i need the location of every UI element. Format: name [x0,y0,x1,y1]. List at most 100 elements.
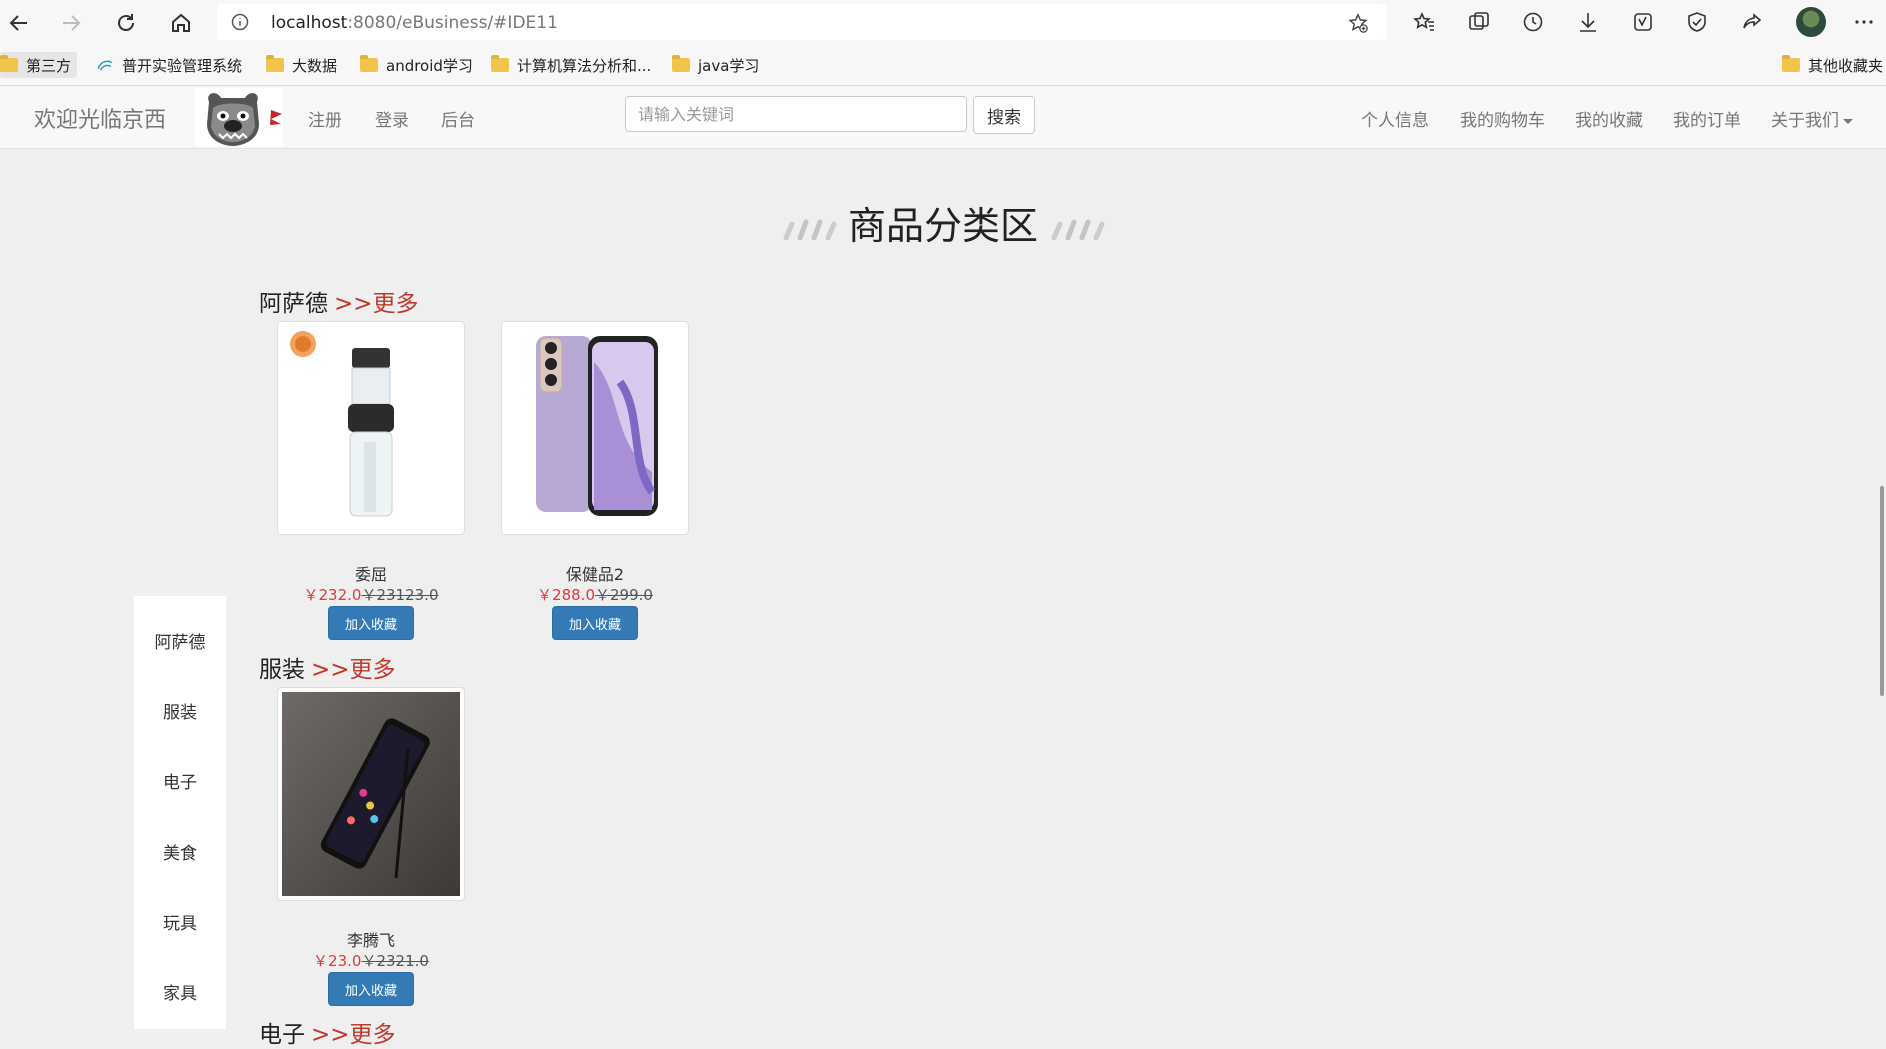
history-icon[interactable] [1521,10,1547,36]
folder-icon [0,55,18,72]
search-input[interactable] [625,96,967,132]
category-name: 阿萨德 [259,291,328,317]
folder-icon [672,55,690,72]
page-title: 商品分类区 [847,204,1038,248]
url-host: localhost [271,13,348,33]
address-bar[interactable]: localhost:8080/eBusiness/#IDE11 [217,4,1387,40]
product-image[interactable] [277,687,465,901]
url-path: :8080/eBusiness/#IDE11 [347,13,558,33]
category-side-menu: 阿萨德 服装 电子 美食 玩具 家具 [134,596,226,1029]
page-scrollbar[interactable] [1880,486,1884,696]
current-price: ￥288.0 [537,586,595,604]
bookmark-folder[interactable]: 计算机算法分析和... [491,52,651,78]
category-more-link[interactable]: >>更多 [311,1022,396,1048]
heading-left-decoration-icon [783,219,837,240]
category-title: 电子 >>更多 [259,1015,396,1049]
category-name: 服装 [259,657,305,683]
forward-button[interactable] [56,8,86,38]
add-favorite-icon[interactable] [1347,12,1369,34]
math-solver-icon[interactable] [1631,10,1657,36]
nav-orders-link[interactable]: 我的订单 [1673,106,1741,131]
back-button[interactable] [4,8,34,38]
product-name: 委屈 [354,565,387,584]
bookmark-link[interactable]: 普开实验管理系统 [96,52,242,78]
back-arrow-icon [9,15,27,31]
browser-essentials-icon[interactable] [1685,10,1711,36]
side-menu-item[interactable]: 美食 [134,839,226,864]
product-price: ￥23.0￥2321.0 [261,950,481,971]
add-to-favorites-button[interactable]: 加入收藏 [328,606,414,640]
bookmark-folder[interactable]: java学习 [672,52,759,78]
bulldog-logo [195,88,283,146]
share-icon[interactable] [1740,10,1766,36]
product-image[interactable] [501,321,689,535]
folder-icon [360,55,378,72]
site-logo-icon [97,60,113,71]
bookmark-label: android学习 [386,56,473,75]
nav-favorites-link[interactable]: 我的收藏 [1575,106,1643,131]
search-button[interactable]: 搜索 [973,96,1035,134]
bookmark-folder[interactable]: android学习 [360,52,473,78]
side-menu-item[interactable]: 阿萨德 [134,628,226,653]
browser-toolbar: localhost:8080/eBusiness/#IDE11 [0,0,1886,45]
bookmark-label: 计算机算法分析和... [517,56,652,75]
side-menu-item[interactable]: 服装 [134,698,226,723]
side-menu-item[interactable]: 电子 [134,768,226,793]
bookmarks-bar: 第三方 普开实验管理系统 大数据 android学习 计算机算法分析和... j… [0,45,1886,123]
profile-avatar[interactable] [1796,7,1826,37]
original-price: ￥23123.0 [361,586,439,604]
refresh-icon [118,14,134,31]
home-button[interactable] [166,8,196,38]
side-menu-item[interactable]: 家具 [134,979,226,1004]
heading-right-decoration-icon [1051,219,1105,240]
category-name: 电子 [259,1022,305,1048]
original-price: ￥2321.0 [361,952,429,970]
more-menu-icon[interactable] [1852,10,1878,36]
nav-about-dropdown[interactable]: 关于我们 [1771,106,1853,131]
add-to-favorites-button[interactable]: 加入收藏 [552,606,638,640]
bookmark-label: 其他收藏夹 [1808,56,1884,75]
folder-icon [1782,55,1800,72]
bookmark-label: 第三方 [26,56,72,75]
nav-about-label: 关于我们 [1771,111,1839,131]
favorites-icon[interactable] [1412,10,1438,36]
nav-login-link[interactable]: 登录 [375,106,409,131]
folder-icon [266,55,284,72]
url-text: localhost:8080/eBusiness/#IDE11 [271,13,558,33]
bookmark-folder[interactable]: 大数据 [266,52,337,78]
site-info-icon[interactable] [231,13,249,31]
folder-icon [491,55,509,72]
section-heading: 商品分类区 [0,195,1886,250]
site-brand[interactable]: 欢迎光临京西 [34,102,166,134]
category-title: 阿萨德 >>更多 [259,284,419,318]
side-menu-item[interactable]: 玩具 [134,909,226,934]
collections-icon[interactable] [1467,10,1493,36]
category-more-link[interactable]: >>更多 [334,291,419,317]
product-name: 保健品2 [565,565,625,584]
refresh-button[interactable] [111,8,141,38]
caret-down-icon [1843,118,1853,124]
category-more-link[interactable]: >>更多 [311,657,396,683]
current-price: ￥23.0 [313,952,362,970]
product-name: 李腾飞 [346,931,395,950]
nav-admin-link[interactable]: 后台 [441,106,475,131]
product-image[interactable] [277,321,465,535]
bookmark-folder-other[interactable]: 其他收藏夹 [1782,52,1883,78]
original-price: ￥299.0 [595,586,653,604]
forward-arrow-icon [63,15,81,31]
site-navbar: 欢迎光临京西 注册 登录 后台 搜索 个人信息 我的购物车 我的收藏 我的订单 … [0,86,1886,149]
current-price: ￥232.0 [303,586,362,604]
category-title: 服装 >>更多 [259,650,396,684]
downloads-icon[interactable] [1576,10,1602,36]
product-price: ￥232.0￥23123.0 [261,584,481,605]
nav-register-link[interactable]: 注册 [308,106,342,131]
home-icon [172,13,190,32]
bookmark-folder[interactable]: 第三方 [0,52,78,78]
bookmark-label: 大数据 [292,56,338,75]
bookmark-label: 普开实验管理系统 [122,56,243,75]
bookmark-label: java学习 [698,56,760,75]
add-to-favorites-button[interactable]: 加入收藏 [328,972,414,1006]
nav-cart-link[interactable]: 我的购物车 [1460,106,1545,131]
nav-profile-link[interactable]: 个人信息 [1361,106,1429,131]
product-price: ￥288.0￥299.0 [485,584,705,605]
